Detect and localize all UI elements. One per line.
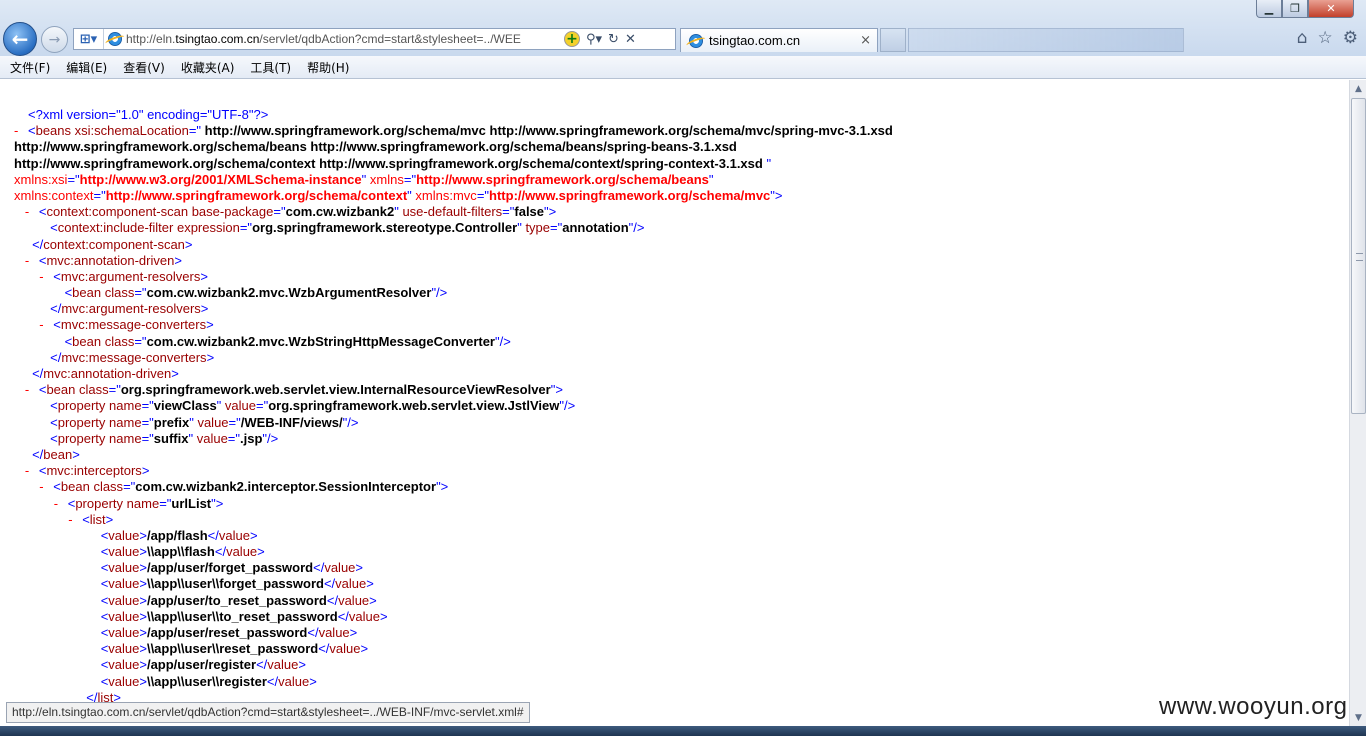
xml-value: <value>\\app\\flash</value> (100, 544, 265, 560)
new-tab-button[interactable] (880, 28, 906, 52)
collapse-toggle[interactable]: - (68, 512, 82, 528)
compatibility-view-icon[interactable]: ⊞▾ (74, 29, 104, 49)
collapse-toggle[interactable]: - (25, 253, 39, 269)
menu-file[interactable]: 文件(F) (4, 57, 56, 78)
menu-view[interactable]: 查看(V) (117, 57, 171, 78)
tab-tsingtao[interactable]: tsingtao.com.cn × (680, 28, 878, 52)
home-icon[interactable]: ⌂ (1297, 28, 1308, 48)
xml-beans-open: - <beans xsi:schemaLocation=" http://www.… (14, 123, 893, 139)
go-icon[interactable]: + (564, 31, 580, 47)
collapse-toggle[interactable]: - (39, 269, 53, 285)
xml-view-resolver: - <bean class="org.springframework.web.se… (24, 382, 563, 398)
xml-prop-suffix: <property name="suffix" value=".jsp"/> (50, 430, 279, 446)
collapse-toggle[interactable]: - (39, 317, 53, 333)
scroll-up-icon[interactable]: ▲ (1351, 80, 1366, 97)
xml-value: <value>/app/user/reset_password</value> (100, 625, 358, 640)
window-controls: ▁ ❐ ✕ (1256, 0, 1366, 18)
vertical-scrollbar[interactable]: ▲ ▼ (1349, 80, 1366, 726)
xml-view-resolver-close: </bean> (32, 446, 80, 462)
xml-include-filter: <context:include-filter expression="org.… (50, 220, 645, 236)
xml-schema-line-3: http://www.springframework.org/schema/co… (14, 155, 772, 171)
page-content: <?xml version="1.0" encoding="UTF-8"?> -… (0, 80, 1349, 726)
xml-prop-prefix: <property name="prefix" value="/WEB-INF/… (50, 414, 359, 430)
xml-prop-urllist: - <property name="urlList"> (53, 495, 224, 512)
close-icon[interactable]: ✕ (1308, 0, 1354, 18)
menu-favorites[interactable]: 收藏夹(A) (175, 57, 241, 78)
stop-icon[interactable]: ✕ (625, 32, 636, 47)
xml-annotation-driven: - <mvc:annotation-driven> (24, 252, 182, 269)
collapse-toggle[interactable]: - (25, 463, 39, 479)
xml-message-converter-bean: <bean class="com.cw.wizbank2.mvc.WzbStri… (64, 333, 511, 349)
xml-argument-resolvers: - <mvc:argument-resolvers> (39, 268, 208, 285)
xml-tree: <?xml version="1.0" encoding="UTF-8"?> -… (14, 107, 893, 706)
collapse-toggle[interactable]: - (14, 123, 28, 139)
xml-annotation-driven-close: </mvc:annotation-driven> (32, 366, 179, 381)
menu-help[interactable]: 帮助(H) (301, 57, 355, 78)
toolbar-icons: ⌂ ☆ ⚙ (1297, 28, 1358, 48)
xml-value: <value>/app/flash</value> (100, 527, 258, 543)
xml-value: <value>/app/user/register</value> (100, 657, 306, 673)
refresh-icon[interactable]: ↻ (608, 32, 619, 47)
search-icon[interactable]: ⚲▾ (586, 32, 602, 47)
xml-xmlns-line: xmlns:xsi="http://www.w3.org/2001/XMLSch… (14, 171, 714, 187)
xml-message-converters: - <mvc:message-converters> (39, 317, 214, 333)
back-arrow-icon[interactable]: ← (3, 22, 37, 56)
forward-arrow-icon[interactable]: → (41, 26, 68, 53)
xml-component-scan-close: </context:component-scan> (32, 236, 193, 252)
favorites-star-icon[interactable]: ☆ (1318, 28, 1333, 48)
xml-declaration: <?xml version="1.0" encoding="UTF-8"?> (28, 107, 269, 122)
xml-interceptor-bean: - <bean class="com.cw.wizbank2.intercepto… (39, 479, 449, 495)
status-url-tooltip: http://eln.tsingtao.com.cn/servlet/qdbAc… (6, 702, 530, 723)
address-input[interactable]: http://eln.tsingtao.com.cn/servlet/qdbAc… (126, 32, 560, 46)
collapse-toggle[interactable]: - (25, 204, 39, 220)
scroll-down-icon[interactable]: ▼ (1351, 709, 1366, 726)
xml-value: <value>\\app\\user\\to_reset_password</v… (100, 608, 388, 624)
minimize-icon[interactable]: ▁ (1256, 0, 1282, 18)
menu-edit[interactable]: 编辑(E) (60, 57, 113, 78)
address-bar[interactable]: ⊞▾ http://eln.tsingtao.com.cn/servlet/qd… (73, 28, 676, 50)
tab-close-icon[interactable]: × (860, 33, 871, 48)
menu-tools[interactable]: 工具(T) (244, 57, 297, 78)
xml-value: <value>\\app\\user\\register</value> (100, 673, 317, 689)
collapse-toggle[interactable]: - (54, 496, 68, 512)
xml-xmlns-line-2: xmlns:context="http://www.springframewor… (14, 187, 783, 203)
browser-chrome: ▁ ❐ ✕ ← → ⊞▾ http://eln.tsingtao.com.cn/… (0, 0, 1366, 56)
collapse-toggle[interactable]: - (25, 382, 39, 398)
xml-interceptors: - <mvc:interceptors> (24, 463, 150, 479)
tools-gear-icon[interactable]: ⚙ (1343, 28, 1358, 48)
background-tabs[interactable] (908, 28, 1184, 52)
xml-list-open: - <list> (68, 511, 114, 528)
xml-argument-resolvers-close: </mvc:argument-resolvers> (50, 301, 209, 317)
xml-value: <value>\\app\\user\\forget_password</val… (100, 576, 374, 592)
xml-value: <value>/app/user/forget_password</value> (100, 560, 363, 576)
tab-label: tsingtao.com.cn (709, 33, 801, 48)
address-actions: + ⚲▾ ↻ ✕ (564, 31, 636, 47)
xml-schema-line-2: http://www.springframework.org/schema/be… (14, 139, 737, 155)
scroll-thumb[interactable] (1351, 98, 1366, 414)
watermark: www.wooyun.org (1159, 693, 1348, 720)
menu-bar: 文件(F) 编辑(E) 查看(V) 收藏夹(A) 工具(T) 帮助(H) (0, 56, 1366, 79)
ie-page-icon (108, 32, 122, 46)
collapse-toggle[interactable]: - (39, 479, 53, 495)
xml-argument-resolver-bean: <bean class="com.cw.wizbank2.mvc.WzbArgu… (64, 285, 448, 301)
xml-value: <value>/app/user/to_reset_password</valu… (100, 592, 377, 608)
maximize-icon[interactable]: ❐ (1282, 0, 1308, 18)
xml-value: <value>\\app\\user\\reset_password</valu… (100, 641, 369, 657)
xml-prop-viewclass: <property name="viewClass" value="org.sp… (50, 398, 576, 414)
grip-icon (1356, 253, 1363, 261)
tab-ie-icon (689, 33, 703, 48)
taskbar (0, 726, 1366, 736)
xml-component-scan: - <context:component-scan base-package="c… (24, 204, 557, 220)
xml-message-converters-close: </mvc:message-converters> (50, 349, 215, 365)
